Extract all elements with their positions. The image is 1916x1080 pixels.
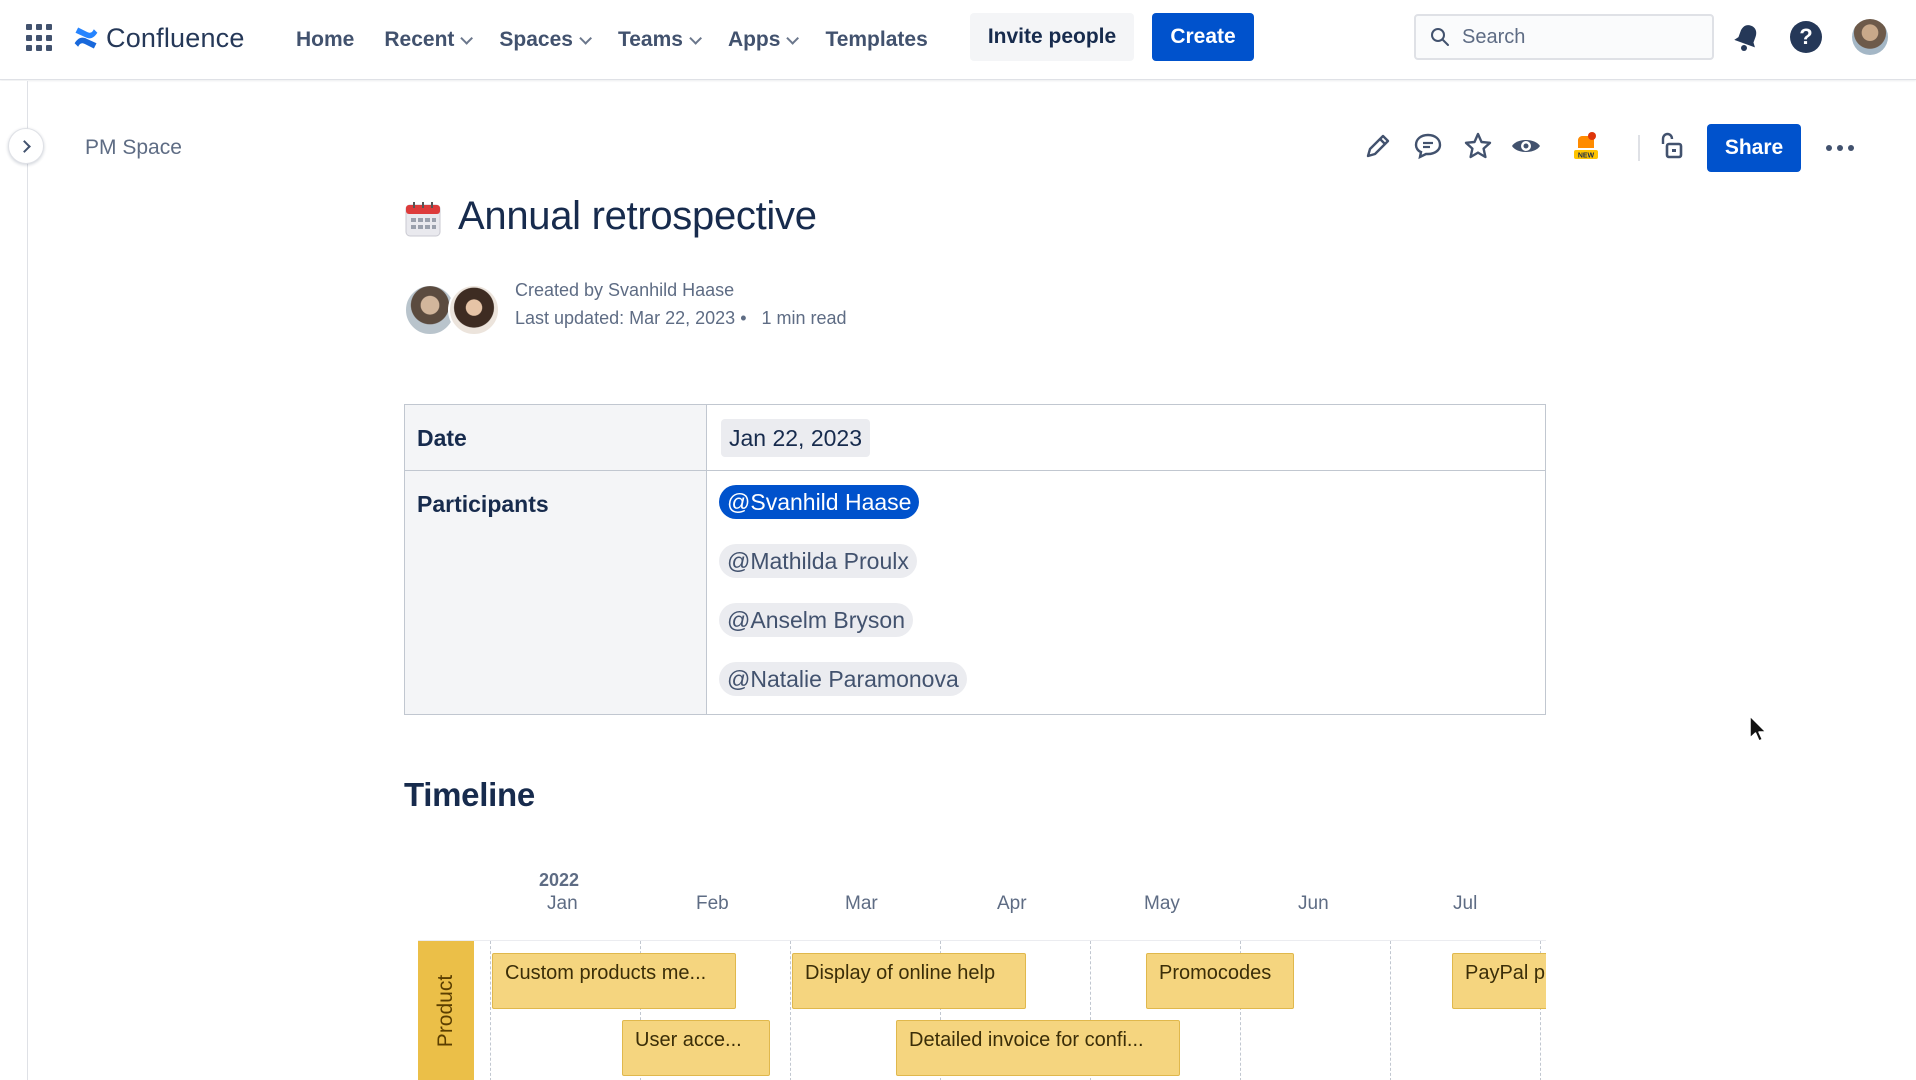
table-header-cell: Participants — [405, 471, 707, 714]
month-gridline — [490, 941, 491, 1080]
timeline-month: Feb — [696, 893, 729, 914]
timeline-item[interactable]: PayPal p — [1452, 953, 1546, 1009]
contributor-avatar[interactable] — [448, 284, 500, 336]
timeline-month: Apr — [997, 893, 1027, 914]
nav-spaces[interactable]: Spaces — [499, 28, 592, 52]
chevron-down-icon — [786, 31, 800, 45]
nav-spaces-label: Spaces — [499, 28, 573, 51]
timeline-item[interactable]: Custom products me... — [492, 953, 736, 1009]
expand-sidebar-button[interactable] — [8, 128, 44, 164]
timeline-lane: Product — [418, 941, 474, 1080]
svg-text:NEW: NEW — [1578, 153, 1595, 160]
breadcrumb-space[interactable]: PM Space — [85, 136, 182, 160]
timeline-heading: Timeline — [404, 776, 535, 813]
nav-templates-label: Templates — [825, 28, 928, 51]
table-header-cell: Date — [405, 405, 707, 470]
timeline-month: Jun — [1298, 893, 1329, 914]
share-button[interactable]: Share — [1707, 124, 1801, 172]
nav-templates[interactable]: Templates — [825, 28, 927, 52]
primary-nav: Home Recent Spaces Teams Apps Templates — [296, 20, 958, 60]
nav-apps-label: Apps — [727, 28, 781, 51]
nav-home[interactable]: Home — [296, 28, 354, 52]
timeline-month: Jul — [1453, 893, 1478, 914]
created-by: Created by Svanhild Haase — [515, 280, 735, 300]
profile-avatar[interactable] — [1852, 19, 1888, 55]
timeline-item[interactable]: Display of online help — [792, 953, 1026, 1009]
user-mention[interactable]: @Svanhild Haase — [719, 485, 920, 519]
chevron-down-icon — [579, 31, 592, 45]
nav-recent[interactable]: Recent — [384, 28, 474, 52]
sidebar-collapsed — [0, 81, 28, 1080]
lane-label: Product — [434, 974, 457, 1048]
top-navigation: Confluence Home Recent Spaces Teams Apps… — [0, 0, 1916, 80]
comment-icon[interactable] — [1412, 130, 1444, 162]
new-feature-icon[interactable]: NEW — [1570, 130, 1602, 162]
month-gridline — [1390, 941, 1391, 1080]
chevron-down-icon — [460, 31, 474, 45]
user-mention[interactable]: @Mathilda Proulx — [719, 544, 917, 578]
search-input[interactable]: Search — [1414, 14, 1714, 60]
read-time: 1 min read — [761, 308, 847, 328]
table-row: Participants @Svanhild Haase @Mathilda P… — [405, 471, 1545, 714]
timeline-item[interactable]: Promocodes — [1146, 953, 1294, 1009]
timeline-item[interactable]: User acce... — [622, 1020, 770, 1076]
info-table: Date Jan 22, 2023 Participants @Svanhild… — [404, 404, 1546, 715]
confluence-logo[interactable]: Confluence — [72, 18, 245, 58]
table-row: Date Jan 22, 2023 — [405, 405, 1545, 471]
more-actions-icon[interactable] — [1826, 145, 1859, 151]
search-icon — [1431, 28, 1449, 46]
confluence-logo-icon — [74, 27, 98, 49]
watch-icon[interactable] — [1510, 130, 1542, 162]
nav-recent-label: Recent — [384, 28, 455, 51]
page-meta: Last updated: Mar 22, 2023 • 1 min read — [515, 308, 847, 329]
toolbar-divider — [1638, 135, 1640, 161]
restrictions-unlocked-icon[interactable] — [1654, 130, 1686, 162]
mouse-cursor-icon — [1749, 715, 1767, 742]
create-button[interactable]: Create — [1152, 13, 1254, 61]
page-title: Annual retrospective — [458, 194, 817, 238]
timeline-month: May — [1144, 893, 1180, 914]
notifications-icon[interactable] — [1730, 20, 1764, 54]
timeline-month: Mar — [845, 893, 878, 914]
timeline-item[interactable]: Detailed invoice for confi... — [896, 1020, 1180, 1076]
date-label: Date — [417, 425, 467, 451]
meta-separator: • — [740, 308, 757, 328]
star-icon[interactable] — [1462, 130, 1494, 162]
nav-teams[interactable]: Teams — [617, 28, 702, 52]
invite-people-button[interactable]: Invite people — [970, 13, 1134, 61]
chevron-right-icon — [18, 139, 31, 153]
user-mention[interactable]: @Natalie Paramonova — [719, 662, 967, 696]
nav-apps[interactable]: Apps — [727, 28, 800, 52]
edit-icon[interactable] — [1362, 130, 1394, 162]
nav-home-label: Home — [296, 28, 355, 51]
nav-teams-label: Teams — [617, 28, 683, 51]
timeline-chart: Product Custom products me... User acce.… — [418, 940, 1546, 1080]
calendar-emoji-icon — [405, 202, 441, 237]
search-placeholder: Search — [1462, 25, 1526, 48]
last-updated: Last updated: Mar 22, 2023 — [515, 308, 736, 328]
date-lozenge[interactable]: Jan 22, 2023 — [721, 419, 871, 457]
user-mention[interactable]: @Anselm Bryson — [719, 603, 914, 637]
timeline-month: Jan — [547, 893, 578, 914]
participants-label: Participants — [417, 491, 549, 517]
app-switcher-icon[interactable] — [26, 24, 54, 52]
chevron-down-icon — [689, 31, 702, 45]
help-icon[interactable]: ? — [1790, 21, 1822, 53]
month-gridline — [790, 941, 791, 1080]
timeline-year: 2022 — [539, 870, 580, 890]
app-name: Confluence — [106, 22, 245, 53]
